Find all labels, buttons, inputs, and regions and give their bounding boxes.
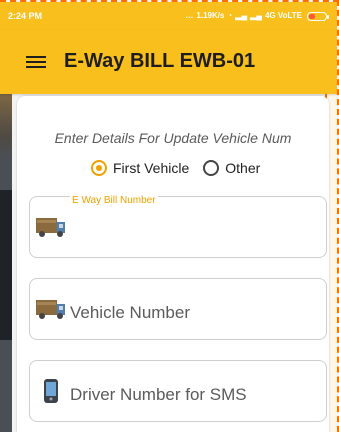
eway-bill-number-field[interactable]: E Way Bill Number — [29, 195, 327, 258]
left-background-strip — [0, 94, 12, 432]
eway-bill-number-input[interactable] — [70, 221, 314, 247]
alarm-icon: ◔ — [227, 11, 233, 20]
radio-first-vehicle-label: First Vehicle — [113, 160, 190, 176]
vehicle-number-field[interactable]: Vehicle Number — [29, 278, 327, 340]
signal-icon-secondary: ▂▄ — [250, 11, 262, 20]
radio-first-vehicle[interactable]: First Vehicle — [91, 160, 189, 176]
hamburger-menu-icon[interactable] — [26, 54, 46, 70]
battery-level — [309, 13, 315, 19]
eway-bill-number-label: E Way Bill Number — [70, 195, 158, 206]
truck-icon — [36, 300, 65, 319]
truck-icon — [36, 218, 65, 237]
driver-number-placeholder: Driver Number for SMS — [70, 385, 247, 404]
app-screen: 2:24 PM … 1.19K/s ◔ ▂▄ ▂▄ 4G VoLTE E-Way… — [0, 0, 339, 432]
radio-other[interactable]: Other — [203, 160, 260, 176]
radio-unselected-icon — [203, 160, 220, 176]
status-indicators: … 1.19K/s ◔ ▂▄ ▂▄ 4G VoLTE — [185, 2, 329, 30]
vehicle-number-placeholder: Vehicle Number — [70, 303, 191, 322]
radio-other-label: Other — [225, 160, 261, 176]
form-prompt: Enter Details For Update Vehicle Num — [54, 130, 292, 146]
battery-icon — [307, 11, 329, 21]
status-time: 2:24 PM — [8, 11, 43, 21]
network-label: 4G VoLTE — [264, 11, 302, 20]
status-bar: 2:24 PM … 1.19K/s ◔ ▂▄ ▂▄ 4G VoLTE — [0, 2, 337, 30]
radio-selected-icon — [91, 160, 107, 176]
mobile-phone-icon — [44, 379, 58, 403]
app-bar: E-Way BILL EWB-01 — [0, 30, 337, 94]
dots-icon: … — [185, 11, 194, 20]
app-title: E-Way BILL EWB-01 — [64, 50, 256, 72]
signal-icon: ▂▄ — [235, 11, 248, 20]
vehicle-update-form: Enter Details For Update Vehicle Num Fir… — [17, 96, 329, 432]
vehicle-type-radio-group: First Vehicle Other — [91, 160, 260, 176]
network-speed: 1.19K/s — [196, 11, 225, 20]
driver-number-field[interactable]: Driver Number for SMS — [29, 360, 327, 422]
